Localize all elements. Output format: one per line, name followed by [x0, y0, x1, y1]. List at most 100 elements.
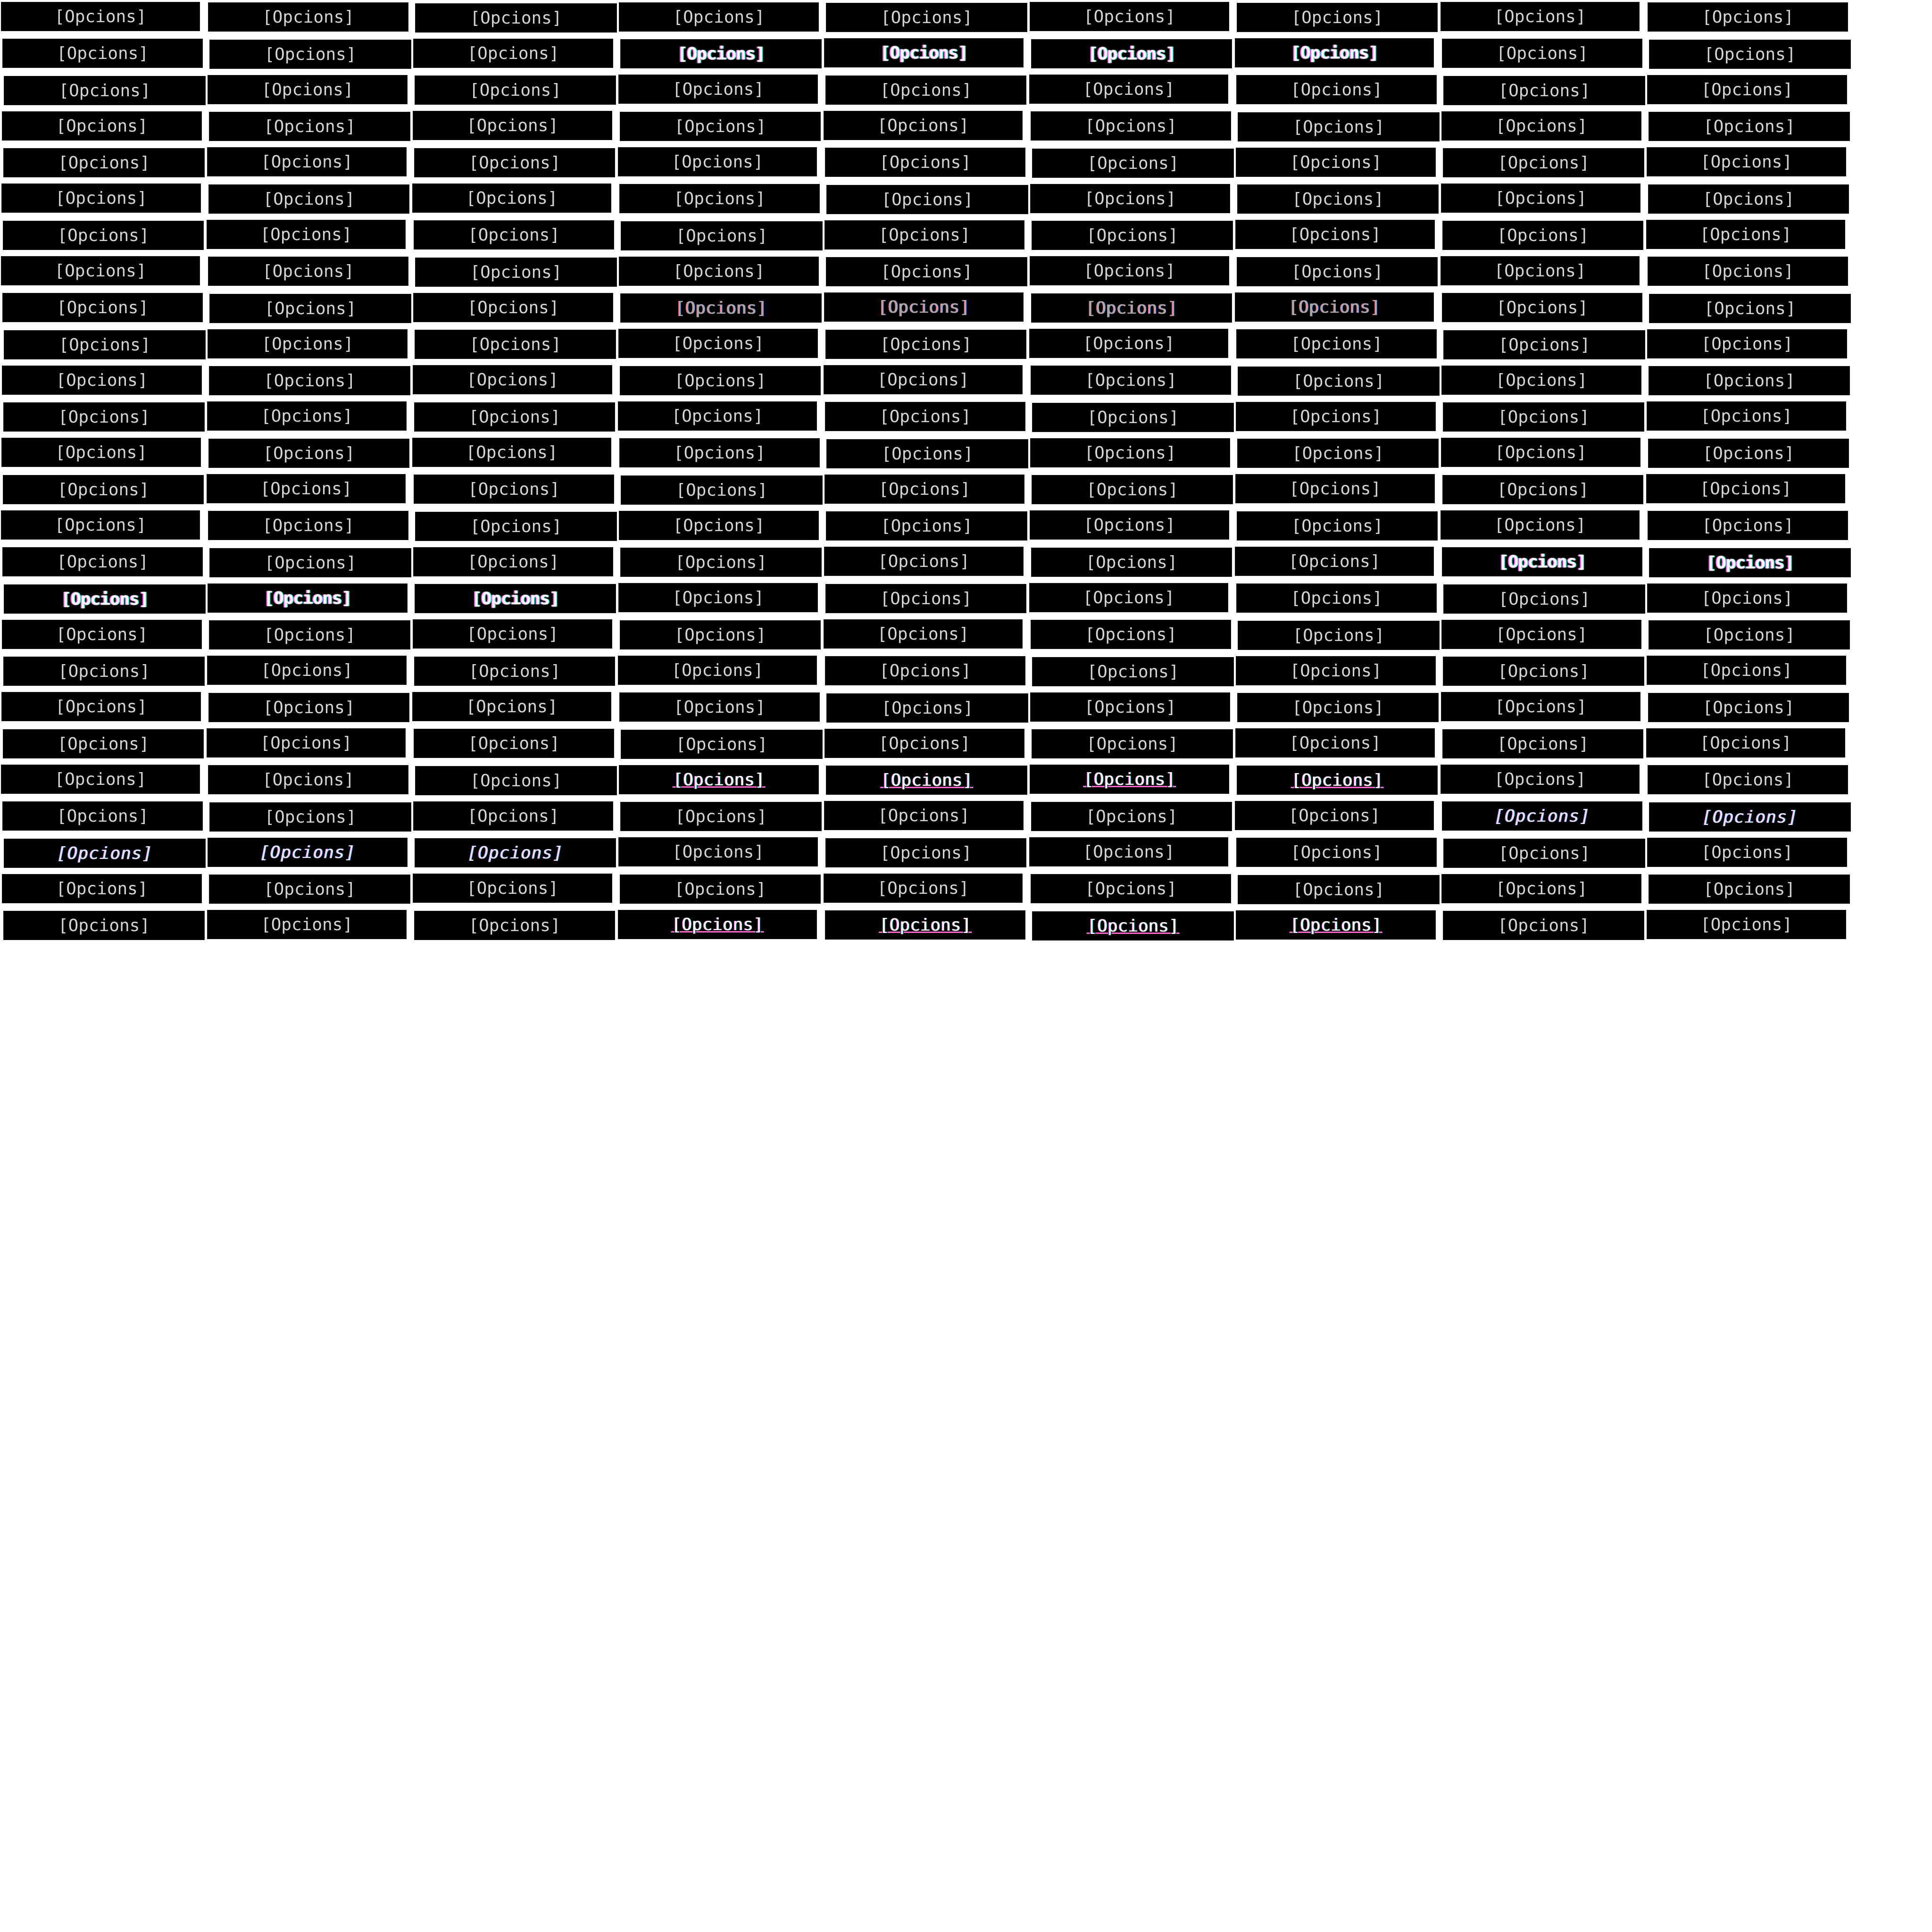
options-button[interactable]: [Opcions] — [2, 293, 203, 322]
options-button[interactable]: [Opcions] — [207, 220, 406, 249]
options-button[interactable]: [Opcions] — [3, 911, 205, 940]
options-button[interactable]: [Opcions] — [1441, 765, 1640, 794]
options-button[interactable]: [Opcions] — [1236, 402, 1436, 431]
options-button[interactable]: [Opcions] — [1031, 802, 1232, 831]
options-button[interactable]: [Opcions] — [1, 183, 201, 213]
options-button[interactable]: [Opcions] — [1442, 475, 1643, 504]
options-button[interactable]: [Opcions] — [1649, 874, 1850, 904]
options-button[interactable]: [Opcions] — [2, 801, 203, 831]
options-button[interactable]: [Opcions] — [208, 838, 408, 867]
options-button[interactable]: [Opcions] — [1235, 547, 1434, 576]
options-button[interactable]: [Opcions] — [618, 401, 817, 431]
options-button[interactable]: [Opcions] — [207, 401, 407, 431]
options-button[interactable]: [Opcions] — [1238, 875, 1440, 904]
options-button[interactable]: [Opcions] — [824, 619, 1023, 649]
options-button[interactable]: [Opcions] — [1648, 693, 1849, 722]
options-button[interactable]: [Opcions] — [1441, 183, 1641, 213]
options-button[interactable]: [Opcions] — [4, 839, 206, 868]
options-button[interactable]: [Opcions] — [415, 838, 616, 867]
options-button[interactable]: [Opcions] — [1648, 511, 1848, 540]
options-button[interactable]: [Opcions] — [1029, 75, 1228, 104]
options-button[interactable]: [Opcions] — [824, 475, 1024, 504]
options-button[interactable]: [Opcions] — [1443, 911, 1644, 940]
options-button[interactable]: [Opcions] — [621, 475, 823, 505]
options-button[interactable]: [Opcions] — [207, 147, 407, 176]
options-button[interactable]: [Opcions] — [3, 148, 205, 177]
options-button[interactable]: [Opcions] — [1031, 366, 1231, 395]
options-button[interactable]: [Opcions] — [1032, 475, 1233, 504]
options-button[interactable]: [Opcions] — [3, 475, 204, 504]
options-button[interactable]: [Opcions] — [1443, 330, 1645, 359]
options-button[interactable]: [Opcions] — [1031, 39, 1232, 68]
options-button[interactable]: [Opcions] — [1, 765, 200, 794]
options-button[interactable]: [Opcions] — [415, 512, 617, 541]
options-button[interactable]: [Opcions] — [1, 692, 201, 721]
options-button[interactable]: [Opcions] — [1030, 438, 1230, 467]
options-button[interactable]: [Opcions] — [414, 657, 615, 686]
options-button[interactable]: [Opcions] — [824, 729, 1024, 758]
options-button[interactable]: [Opcions] — [618, 329, 818, 358]
options-button[interactable]: [Opcions] — [1238, 366, 1440, 396]
options-button[interactable]: [Opcions] — [209, 874, 410, 904]
options-button[interactable]: [Opcions] — [207, 474, 406, 503]
options-button[interactable]: [Opcions] — [208, 765, 408, 794]
options-button[interactable]: [Opcions] — [414, 148, 615, 177]
options-button[interactable]: [Opcions] — [826, 511, 1027, 541]
options-button[interactable]: [Opcions] — [620, 620, 821, 650]
options-button[interactable]: [Opcions] — [1236, 329, 1437, 358]
options-button[interactable]: [Opcions] — [1649, 112, 1850, 141]
options-button[interactable]: [Opcions] — [1647, 910, 1846, 939]
options-button[interactable]: [Opcions] — [1236, 75, 1437, 104]
options-button[interactable]: [Opcions] — [1032, 221, 1233, 250]
options-button[interactable]: [Opcions] — [2, 366, 202, 395]
options-button[interactable]: [Opcions] — [1237, 693, 1439, 722]
options-button[interactable]: [Opcions] — [2, 547, 203, 576]
options-button[interactable]: [Opcions] — [413, 111, 612, 140]
options-button[interactable]: [Opcions] — [414, 475, 614, 504]
options-button[interactable]: [Opcions] — [824, 547, 1024, 576]
options-button[interactable]: [Opcions] — [1443, 584, 1645, 614]
options-button[interactable]: [Opcions] — [1649, 802, 1851, 832]
options-button[interactable]: [Opcions] — [1647, 75, 1847, 104]
options-button[interactable]: [Opcions] — [209, 548, 411, 577]
options-button[interactable]: [Opcions] — [1, 256, 200, 285]
options-button[interactable]: [Opcions] — [4, 76, 206, 105]
options-button[interactable]: [Opcions] — [1032, 403, 1234, 432]
options-button[interactable]: [Opcions] — [2, 620, 202, 649]
options-button[interactable]: [Opcions] — [619, 2, 819, 32]
options-button[interactable]: [Opcions] — [824, 220, 1024, 250]
options-button[interactable]: [Opcions] — [619, 692, 820, 722]
options-button[interactable]: [Opcions] — [2, 39, 203, 68]
options-button[interactable]: [Opcions] — [414, 220, 614, 250]
options-button[interactable]: [Opcions] — [619, 184, 820, 213]
options-button[interactable]: [Opcions] — [1646, 220, 1845, 249]
options-button[interactable]: [Opcions] — [1238, 621, 1440, 650]
options-button[interactable]: [Opcions] — [2, 111, 202, 141]
options-button[interactable]: [Opcions] — [1441, 874, 1641, 903]
options-button[interactable]: [Opcions] — [1235, 220, 1435, 249]
options-button[interactable]: [Opcions] — [1237, 511, 1438, 541]
options-button[interactable]: [Opcions] — [1441, 620, 1641, 649]
options-button[interactable]: [Opcions] — [824, 292, 1024, 322]
options-button[interactable]: [Opcions] — [618, 583, 818, 612]
options-button[interactable]: [Opcions] — [1441, 2, 1640, 31]
options-button[interactable]: [Opcions] — [3, 402, 205, 432]
options-button[interactable]: [Opcions] — [2, 874, 202, 903]
options-button[interactable]: [Opcions] — [1647, 147, 1846, 176]
options-button[interactable]: [Opcions] — [413, 874, 612, 903]
options-button[interactable]: [Opcions] — [1647, 838, 1847, 867]
options-button[interactable]: [Opcions] — [1442, 801, 1642, 831]
options-button[interactable]: [Opcions] — [824, 38, 1024, 67]
options-button[interactable]: [Opcions] — [1441, 438, 1641, 467]
options-button[interactable]: [Opcions] — [1029, 583, 1228, 612]
options-button[interactable]: [Opcions] — [208, 75, 408, 104]
options-button[interactable]: [Opcions] — [618, 75, 818, 104]
options-button[interactable]: [Opcions] — [412, 692, 611, 721]
options-button[interactable]: [Opcions] — [1236, 910, 1436, 940]
options-button[interactable]: [Opcions] — [1443, 148, 1644, 177]
options-button[interactable]: [Opcions] — [1649, 620, 1850, 650]
options-button[interactable]: [Opcions] — [1443, 657, 1644, 686]
options-button[interactable]: [Opcions] — [1237, 766, 1438, 795]
options-button[interactable]: [Opcions] — [825, 75, 1026, 105]
options-button[interactable]: [Opcions] — [208, 693, 409, 722]
